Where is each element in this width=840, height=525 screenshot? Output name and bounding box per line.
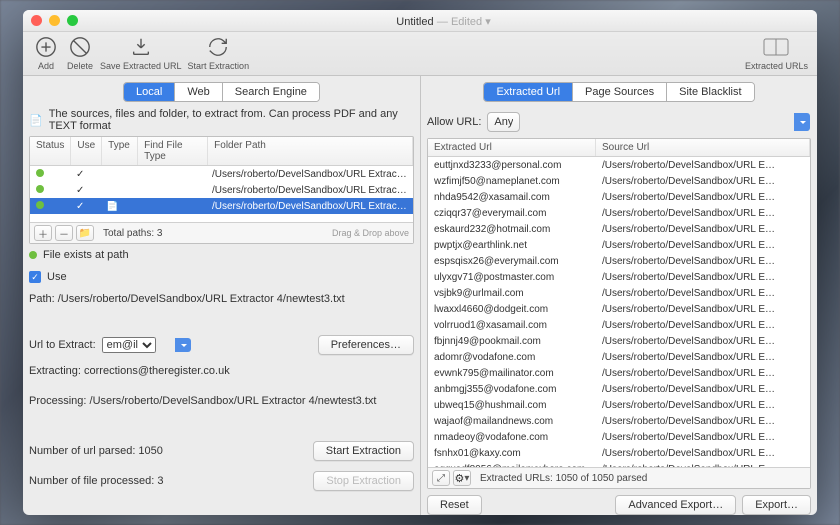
start-extraction-button[interactable]: Start Extraction [185,34,253,71]
tab-extracted-url[interactable]: Extracted Url [484,83,573,101]
add-row-button[interactable]: ＋ [34,225,52,241]
status-dot-icon [29,251,37,259]
plus-circle-icon [33,34,59,60]
gear-icon: ⚙ [455,472,465,485]
col-folderpath[interactable]: Folder Path [208,137,413,165]
panels-icon [763,34,789,60]
results-tabs[interactable]: Extracted Url Page Sources Site Blacklis… [483,82,754,102]
app-window: Untitled — Edited ▾ Add Delete Save Extr… [23,10,817,515]
path-label: Path: /Users/roberto/DevelSandbox/URL Ex… [29,293,345,305]
table-row[interactable]: eskaurd232@hotmail.com/Users/roberto/Dev… [428,221,810,237]
drag-drop-hint: Drag & Drop above [332,228,409,238]
download-icon [128,34,154,60]
url-to-extract-label: Url to Extract: [29,339,96,351]
col-use[interactable]: Use [71,137,102,165]
table-row[interactable]: evwnk795@mailinator.com/Users/roberto/De… [428,365,810,381]
url-type-select[interactable]: em@il [102,337,156,353]
col-status[interactable]: Status [30,137,71,165]
preferences-button[interactable]: Preferences… [318,335,414,355]
tab-page-sources[interactable]: Page Sources [573,83,667,101]
titlebar[interactable]: Untitled — Edited ▾ [23,10,817,32]
allow-url-label: Allow URL: [427,116,481,128]
table-row[interactable]: wajaof@mailandnews.com/Users/roberto/Dev… [428,413,810,429]
tab-web[interactable]: Web [175,83,222,101]
table-row[interactable]: lwaxxl4660@dodgeit.com/Users/roberto/Dev… [428,301,810,317]
advanced-export-button[interactable]: Advanced Export… [615,495,736,515]
table-row[interactable]: adomr@vodafone.com/Users/roberto/DevelSa… [428,349,810,365]
table-row[interactable]: anbmgj355@vodafone.com/Users/roberto/Dev… [428,381,810,397]
sources-hint: 📄 The sources, files and folder, to extr… [29,108,414,132]
stop-extraction-button: Stop Extraction [313,471,414,491]
gear-button[interactable]: ⚙▾ [453,470,471,486]
results-pane: Extracted Url Page Sources Site Blacklis… [421,76,817,515]
table-row[interactable]: nhda9542@xasamail.com/Users/roberto/Deve… [428,189,810,205]
table-row[interactable]: nmadeoy@vodafone.com/Users/roberto/Devel… [428,429,810,445]
zoom-icon[interactable] [67,15,78,26]
table-row[interactable]: fbjnnj49@pookmail.com/Users/roberto/Deve… [428,333,810,349]
total-paths-label: Total paths: 3 [103,228,162,239]
reveal-button[interactable]: 📁 [76,225,94,241]
save-button[interactable]: Save Extracted URL [97,34,185,71]
table-row[interactable]: espsqisx26@everymail.com/Users/roberto/D… [428,253,810,269]
url-parsed-label: Number of url parsed: 1050 [29,445,163,457]
table-row[interactable]: wzfimjf50@nameplanet.com/Users/roberto/D… [428,173,810,189]
table-row[interactable]: ✓📄/Users/roberto/DevelSandbox/URL Extrac… [30,198,413,214]
allow-url-select[interactable]: Any [487,112,520,132]
reset-button[interactable]: Reset [427,495,482,515]
table-row[interactable]: aqqxedf8056@mailanywhere.com/Users/rober… [428,461,810,467]
extracting-label: Extracting: corrections@theregister.co.u… [29,365,230,377]
start-extraction-button-bottom[interactable]: Start Extraction [313,441,414,461]
close-icon[interactable] [31,15,42,26]
sources-pane: Local Web Search Engine 📄 The sources, f… [23,76,421,515]
table-row[interactable]: fsnhx01@kaxy.com/Users/roberto/DevelSand… [428,445,810,461]
no-entry-icon [67,34,93,60]
source-tabs[interactable]: Local Web Search Engine [123,82,320,102]
table-row[interactable]: ✓/Users/roberto/DevelSandbox/URL Extract… [30,182,413,198]
col-extracted-url[interactable]: Extracted Url [428,139,596,156]
tab-local[interactable]: Local [124,83,175,101]
table-row[interactable]: euttjnxd3233@personal.com/Users/roberto/… [428,157,810,173]
table-row[interactable]: ulyxgv71@postmaster.com/Users/roberto/De… [428,269,810,285]
refresh-icon [205,34,231,60]
table-row[interactable]: cziqqr37@everymail.com/Users/roberto/Dev… [428,205,810,221]
extracted-urls-button[interactable]: Extracted URLs [742,34,811,71]
add-button[interactable]: Add [29,34,63,71]
table-row[interactable]: pwptjx@earthlink.net/Users/roberto/Devel… [428,237,810,253]
file-exists-label: File exists at path [43,249,129,261]
tab-searchengine[interactable]: Search Engine [223,83,319,101]
expand-button[interactable]: ⤢ [432,470,450,486]
use-checkbox[interactable] [29,271,41,283]
extracted-count-label: Extracted URLs: 1050 of 1050 parsed [480,473,647,484]
col-findfiletype[interactable]: Find File Type [138,137,208,165]
col-type[interactable]: Type [102,137,138,165]
export-button[interactable]: Export… [742,495,811,515]
sources-table[interactable]: Status Use Type Find File Type Folder Pa… [29,136,414,244]
delete-button[interactable]: Delete [63,34,97,71]
table-row[interactable]: ✓/Users/roberto/DevelSandbox/URL Extract… [30,166,413,182]
minimize-icon[interactable] [49,15,60,26]
remove-row-button[interactable]: － [55,225,73,241]
processing-label: Processing: /Users/roberto/DevelSandbox/… [29,395,376,407]
files-processed-label: Number of file processed: 3 [29,475,164,487]
results-table[interactable]: Extracted Url Source Url euttjnxd3233@pe… [427,138,811,489]
col-source-url[interactable]: Source Url [596,139,810,156]
document-icon: 📄 [29,114,43,127]
tab-site-blacklist[interactable]: Site Blacklist [667,83,753,101]
table-row[interactable]: vsjbk9@urlmail.com/Users/roberto/DevelSa… [428,285,810,301]
table-row[interactable]: volrruod1@xasamail.com/Users/roberto/Dev… [428,317,810,333]
window-title: Untitled — Edited ▾ [78,14,809,28]
toolbar: Add Delete Save Extracted URL Start Extr… [23,32,817,76]
table-row[interactable]: ubweq15@hushmail.com/Users/roberto/Devel… [428,397,810,413]
